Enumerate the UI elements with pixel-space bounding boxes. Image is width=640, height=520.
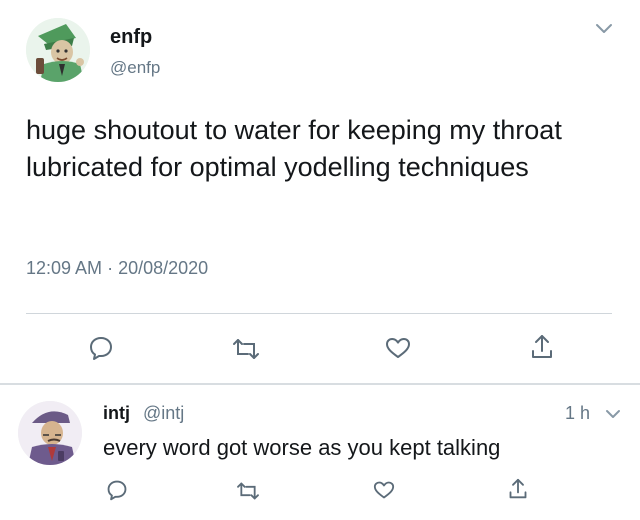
chevron-down-icon[interactable] [594, 22, 614, 41]
reply-text: every word got worse as you kept talking [103, 435, 501, 460]
reply-chevron-down-icon[interactable] [605, 407, 621, 425]
like-button[interactable] [385, 336, 411, 360]
reply-author-handle[interactable]: @intj [143, 403, 184, 424]
retweet-icon [233, 339, 259, 359]
reply-icon [90, 337, 112, 360]
reply-icon [107, 480, 127, 501]
intj-avatar[interactable] [18, 401, 82, 465]
author-name[interactable]: enfp [110, 26, 152, 49]
reply-like-button[interactable] [373, 480, 395, 500]
intj-character-icon [18, 401, 82, 465]
tweet-text: huge shoutout to water for keeping my th… [26, 115, 562, 182]
divider [26, 313, 612, 314]
enfp-avatar[interactable] [26, 18, 90, 82]
share-icon [532, 335, 552, 358]
retweet-icon [237, 482, 259, 500]
like-icon [373, 481, 395, 499]
like-icon [386, 338, 410, 358]
meta-separator: · [107, 258, 114, 278]
tweet-date[interactable]: 20/08/2020 [118, 258, 208, 278]
reply-reply-button[interactable] [106, 479, 128, 501]
share-button[interactable] [530, 333, 554, 361]
retweet-button[interactable] [232, 337, 260, 361]
enfp-character-icon [26, 18, 90, 82]
reply-tweet: intj @intj 1 h every word got worse as y… [0, 385, 640, 520]
reply-time[interactable]: 1 h [565, 403, 590, 424]
author-handle[interactable]: @enfp [110, 58, 160, 78]
main-tweet: enfp @enfp huge shoutout to water for ke… [0, 0, 640, 384]
reply-author-name[interactable]: intj [103, 403, 130, 424]
share-icon [509, 478, 527, 499]
reply-share-button[interactable] [508, 477, 528, 501]
tweet-timestamp: 12:09 AM · 20/08/2020 [26, 258, 208, 279]
reply-retweet-button[interactable] [236, 481, 260, 501]
tweet-time: 12:09 AM [26, 258, 103, 278]
reply-button[interactable] [88, 335, 114, 361]
